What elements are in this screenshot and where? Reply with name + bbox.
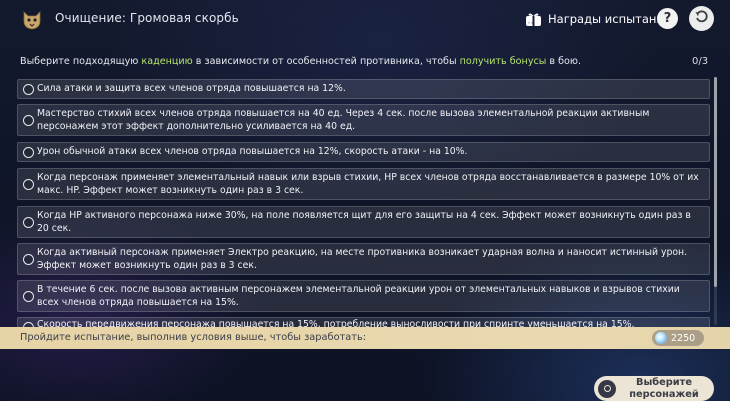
scrollbar[interactable] — [714, 77, 717, 325]
cadence-option[interactable]: Мастерство стихий всех членов отряда пов… — [17, 104, 710, 136]
scrollbar-thumb[interactable] — [714, 77, 717, 287]
select-characters-button[interactable]: Выберите персонажей — [594, 376, 714, 401]
primogem-icon — [655, 332, 667, 344]
radio-circle-icon[interactable] — [23, 115, 34, 126]
cadence-option[interactable]: Когда HP активного персонажа ниже 30%, н… — [17, 206, 710, 238]
gift-box-icon: ‹ › — [525, 12, 542, 27]
instruction-text: Выберите подходящую каденцию в зависимос… — [20, 56, 660, 67]
select-characters-label: Выберите персонажей — [629, 377, 699, 400]
cadence-option[interactable]: В течение 6 сек. после вызова активным п… — [17, 280, 710, 312]
rewards-label: Награды испытания — [548, 12, 671, 26]
cadence-option-text: В течение 6 сек. после вызова активным п… — [37, 284, 680, 308]
back-button[interactable] — [689, 6, 714, 31]
instruction-part: в бою. — [546, 56, 582, 67]
cadence-option-text: Когда персонаж применяет элементальный н… — [37, 172, 699, 196]
instruction-highlight-bonus: получить бонусы — [459, 56, 547, 67]
cadence-option-text: Когда активный персонаж применяет Электр… — [37, 247, 688, 271]
radio-circle-icon[interactable] — [23, 147, 34, 158]
reward-chip: 2250 — [652, 330, 704, 346]
question-mark-icon: ? — [663, 11, 672, 26]
radio-circle-icon[interactable] — [23, 217, 34, 228]
radio-circle-icon[interactable] — [23, 291, 34, 302]
cadence-option[interactable]: Когда персонаж применяет элементальный н… — [17, 168, 710, 200]
help-button[interactable]: ? — [657, 8, 678, 29]
reward-amount: 2250 — [671, 332, 696, 344]
instruction-part: в зависимости от особенностей противника… — [192, 56, 460, 67]
cadence-option[interactable]: Сила атаки и защита всех членов отряда п… — [17, 79, 710, 99]
reward-bar: Пройдите испытание, выполнив условия выш… — [0, 327, 730, 349]
cadence-option[interactable]: Когда активный персонаж применяет Электр… — [17, 243, 710, 275]
instruction-highlight-cadence: каденцию — [141, 56, 193, 67]
instruction-part: Выберите подходящую — [20, 56, 142, 67]
return-arrow-icon — [694, 9, 709, 28]
cadence-option-text: Скорость передвижения персонажа повышает… — [37, 319, 635, 327]
top-bar: Очищение: Громовая скорбь ‹ › Награды ис… — [0, 0, 730, 38]
svg-text:‹ ›: ‹ › — [528, 21, 533, 26]
page-title: Очищение: Громовая скорбь — [55, 11, 239, 25]
confirm-circle-icon — [598, 379, 616, 398]
radio-circle-icon[interactable] — [23, 179, 34, 190]
domain-emblem-icon — [21, 9, 43, 31]
cadence-list[interactable]: Сила атаки и защита всех членов отряда п… — [17, 75, 723, 327]
selection-counter: 0/3 — [692, 56, 709, 67]
cadence-option[interactable]: Скорость передвижения персонажа повышает… — [17, 317, 710, 327]
cadence-option-text: Сила атаки и защита всех членов отряда п… — [37, 83, 346, 94]
challenge-rewards-button[interactable]: ‹ › Награды испытания — [525, 8, 671, 30]
cadence-option-text: Мастерство стихий всех членов отряда пов… — [37, 108, 650, 132]
cadence-option-text: Урон обычной атаки всех членов отряда по… — [37, 146, 468, 157]
cadence-option-text: Когда HP активного персонажа ниже 30%, н… — [37, 210, 691, 234]
cadence-option[interactable]: Урон обычной атаки всех членов отряда по… — [17, 142, 710, 162]
reward-description: Пройдите испытание, выполнив условия выш… — [20, 332, 367, 343]
radio-circle-icon[interactable] — [23, 254, 34, 265]
radio-circle-icon[interactable] — [23, 84, 34, 95]
